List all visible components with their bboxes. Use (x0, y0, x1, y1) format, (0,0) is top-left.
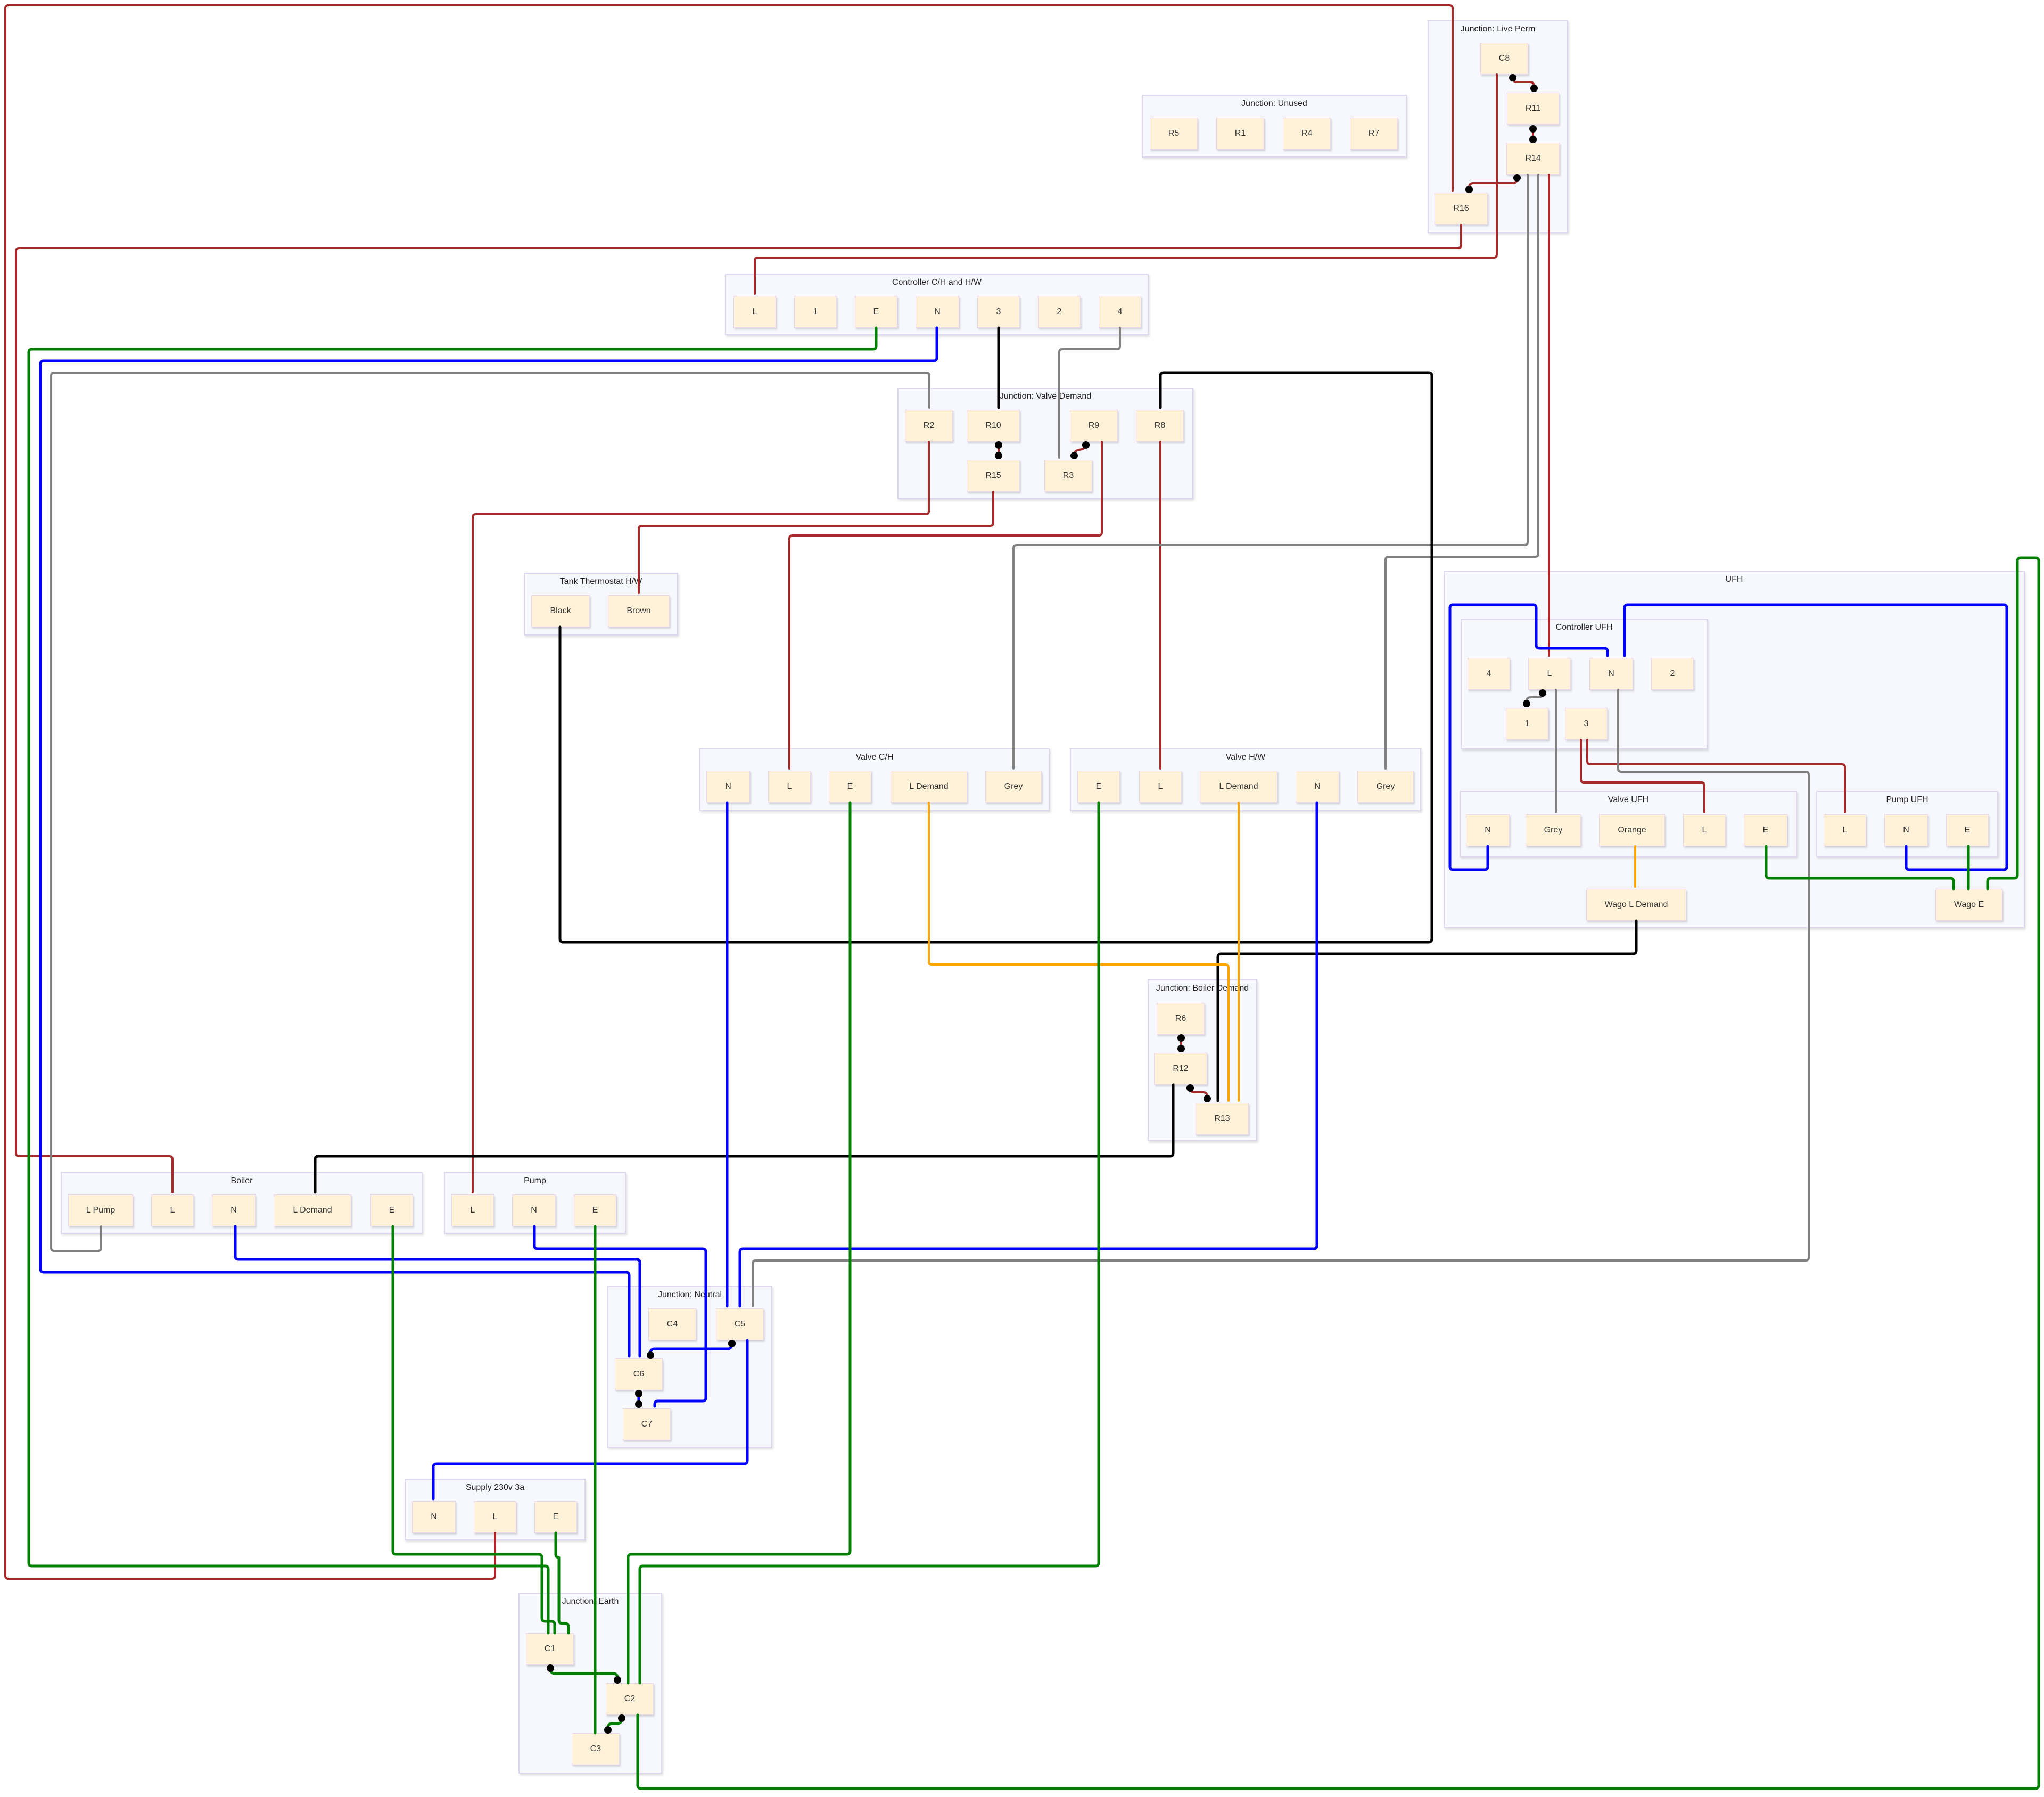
node-valve-ufh-orange[interactable]: Orange (1599, 814, 1665, 846)
node-neutral-c5[interactable]: C5 (716, 1308, 764, 1340)
node-valve-hw-n[interactable]: N (1296, 771, 1339, 803)
group-title: Junction: Unused (1241, 99, 1307, 108)
group-title: Controller UFH (1555, 623, 1613, 632)
node-ctrl-ufh-4[interactable]: 4 (1468, 658, 1510, 690)
node-valve-demand-r2[interactable]: R2 (905, 410, 953, 442)
node-valve-ch-grey[interactable]: Grey (985, 771, 1042, 803)
node-supply-l[interactable]: L (474, 1501, 516, 1533)
node-pump-ufh-l[interactable]: L (1824, 814, 1866, 846)
group-title: Pump UFH (1886, 795, 1928, 804)
wire-boiler-e-to-c1 (391, 1225, 556, 1635)
node-neutral-c4[interactable]: C4 (648, 1308, 696, 1340)
node-neutral-c7[interactable]: C7 (623, 1408, 671, 1440)
node-ctrl-ufh-3[interactable]: 3 (1565, 708, 1608, 740)
node-boiler-demand-r13[interactable]: R13 (1196, 1103, 1249, 1135)
wire-valve-ch-e-to-c2 (627, 801, 852, 1685)
node-earth-c2[interactable]: C2 (606, 1683, 654, 1715)
node-ctrl-ufh-2[interactable]: 2 (1651, 658, 1694, 690)
node-ctrl-chw-2[interactable]: 2 (1038, 296, 1081, 328)
group-title: Valve H/W (1225, 753, 1266, 762)
node-ufh-wago-l-demand[interactable]: Wago L Demand (1586, 889, 1686, 921)
node-valve-ch-l-demand[interactable]: L Demand (891, 771, 967, 803)
node-tank-black[interactable]: Black (531, 595, 590, 627)
node-live-perm-r14[interactable]: R14 (1506, 143, 1560, 175)
group-title: Pump (524, 1176, 546, 1185)
group-title: Junction: Valve Demand (999, 392, 1092, 401)
node-ctrl-chw-1[interactable]: 1 (794, 296, 837, 328)
wire-r2-to-pump-l (472, 441, 930, 1193)
node-pump-e[interactable]: E (574, 1194, 616, 1226)
group-title: Junction: Neutral (657, 1290, 722, 1299)
wire-l-pump-to-r2 (50, 372, 930, 1252)
group-title: Boiler (230, 1176, 253, 1185)
node-boiler-demand-r12[interactable]: R12 (1154, 1053, 1207, 1085)
node-earth-c3[interactable]: C3 (572, 1733, 620, 1765)
wiring-diagram: Junction: Live Perm Junction: Unused Con… (0, 0, 2044, 1797)
node-ufh-wago-e[interactable]: Wago E (1935, 889, 2002, 921)
node-tank-brown[interactable]: Brown (608, 595, 670, 627)
node-live-perm-c8[interactable]: C8 (1480, 43, 1528, 75)
node-pump-ufh-e[interactable]: E (1946, 814, 1989, 846)
node-boiler-l[interactable]: L (151, 1194, 194, 1226)
node-unused-r5[interactable]: R5 (1150, 118, 1198, 150)
node-supply-e[interactable]: E (534, 1501, 577, 1533)
node-valve-demand-r3[interactable]: R3 (1044, 460, 1092, 492)
node-ctrl-chw-e[interactable]: E (855, 296, 897, 328)
node-valve-hw-grey[interactable]: Grey (1357, 771, 1414, 803)
node-unused-r4[interactable]: R4 (1283, 118, 1331, 150)
group-title: Supply 230v 3a (465, 1483, 525, 1492)
node-valve-ch-l[interactable]: L (768, 771, 811, 803)
wire-boiler-n-to-c6 (234, 1225, 641, 1358)
node-valve-ufh-n[interactable]: N (1466, 814, 1510, 846)
node-valve-hw-l[interactable]: L (1139, 771, 1182, 803)
node-unused-r7[interactable]: R7 (1350, 118, 1398, 150)
node-valve-demand-r15[interactable]: R15 (967, 460, 1020, 492)
wire-valve-hw-e-to-c2 (638, 801, 1100, 1685)
wire-wago-l-demand-to-r13 (1216, 919, 1638, 1102)
node-ctrl-ufh-1[interactable]: 1 (1506, 708, 1548, 740)
group-title: UFH (1725, 575, 1743, 584)
node-pump-n[interactable]: N (512, 1194, 556, 1226)
group-title: Junction: Earth (562, 1597, 619, 1606)
node-ctrl-chw-3[interactable]: 3 (977, 296, 1020, 328)
group-title: Tank Thermostat H/W (559, 577, 642, 586)
node-neutral-c6[interactable]: C6 (615, 1358, 663, 1390)
group-title: Junction: Boiler Demand (1156, 984, 1249, 993)
node-ctrl-chw-l[interactable]: L (733, 296, 776, 328)
node-ctrl-chw-n[interactable]: N (916, 296, 959, 328)
node-boiler-n[interactable]: N (212, 1194, 256, 1226)
node-valve-ufh-grey[interactable]: Grey (1526, 814, 1581, 846)
node-valve-ch-n[interactable]: N (706, 771, 750, 803)
node-earth-c1[interactable]: C1 (526, 1633, 574, 1665)
group-title: Junction: Live Perm (1460, 24, 1536, 34)
node-valve-demand-r9[interactable]: R9 (1070, 410, 1118, 442)
node-valve-ufh-l[interactable]: L (1683, 814, 1726, 846)
node-valve-hw-e[interactable]: E (1077, 771, 1120, 803)
node-boiler-e[interactable]: E (370, 1194, 413, 1226)
group-title: Controller C/H and H/W (892, 278, 982, 287)
node-ctrl-ufh-l[interactable]: L (1528, 658, 1571, 690)
node-live-perm-r16[interactable]: R16 (1435, 193, 1488, 225)
node-valve-hw-l-demand[interactable]: L Demand (1200, 771, 1278, 803)
node-unused-r1[interactable]: R1 (1216, 118, 1264, 150)
node-ctrl-chw-4[interactable]: 4 (1099, 296, 1141, 328)
node-valve-ch-e[interactable]: E (829, 771, 871, 803)
node-pump-ufh-n[interactable]: N (1884, 814, 1928, 846)
node-valve-demand-r10[interactable]: R10 (967, 410, 1020, 442)
node-live-perm-r11[interactable]: R11 (1507, 93, 1559, 125)
node-boiler-demand-r6[interactable]: R6 (1157, 1003, 1205, 1035)
node-valve-demand-r8[interactable]: R8 (1136, 410, 1184, 442)
node-boiler-l-pump[interactable]: L Pump (68, 1194, 133, 1226)
group-title: Valve C/H (855, 753, 894, 762)
node-valve-ufh-e[interactable]: E (1744, 814, 1787, 846)
node-ctrl-ufh-n[interactable]: N (1589, 658, 1633, 690)
node-pump-l[interactable]: L (451, 1194, 494, 1226)
node-supply-n[interactable]: N (412, 1501, 456, 1533)
wire-r15-to-brown (638, 491, 994, 594)
group-title: Valve UFH (1608, 795, 1649, 804)
node-boiler-l-demand[interactable]: L Demand (274, 1194, 351, 1226)
